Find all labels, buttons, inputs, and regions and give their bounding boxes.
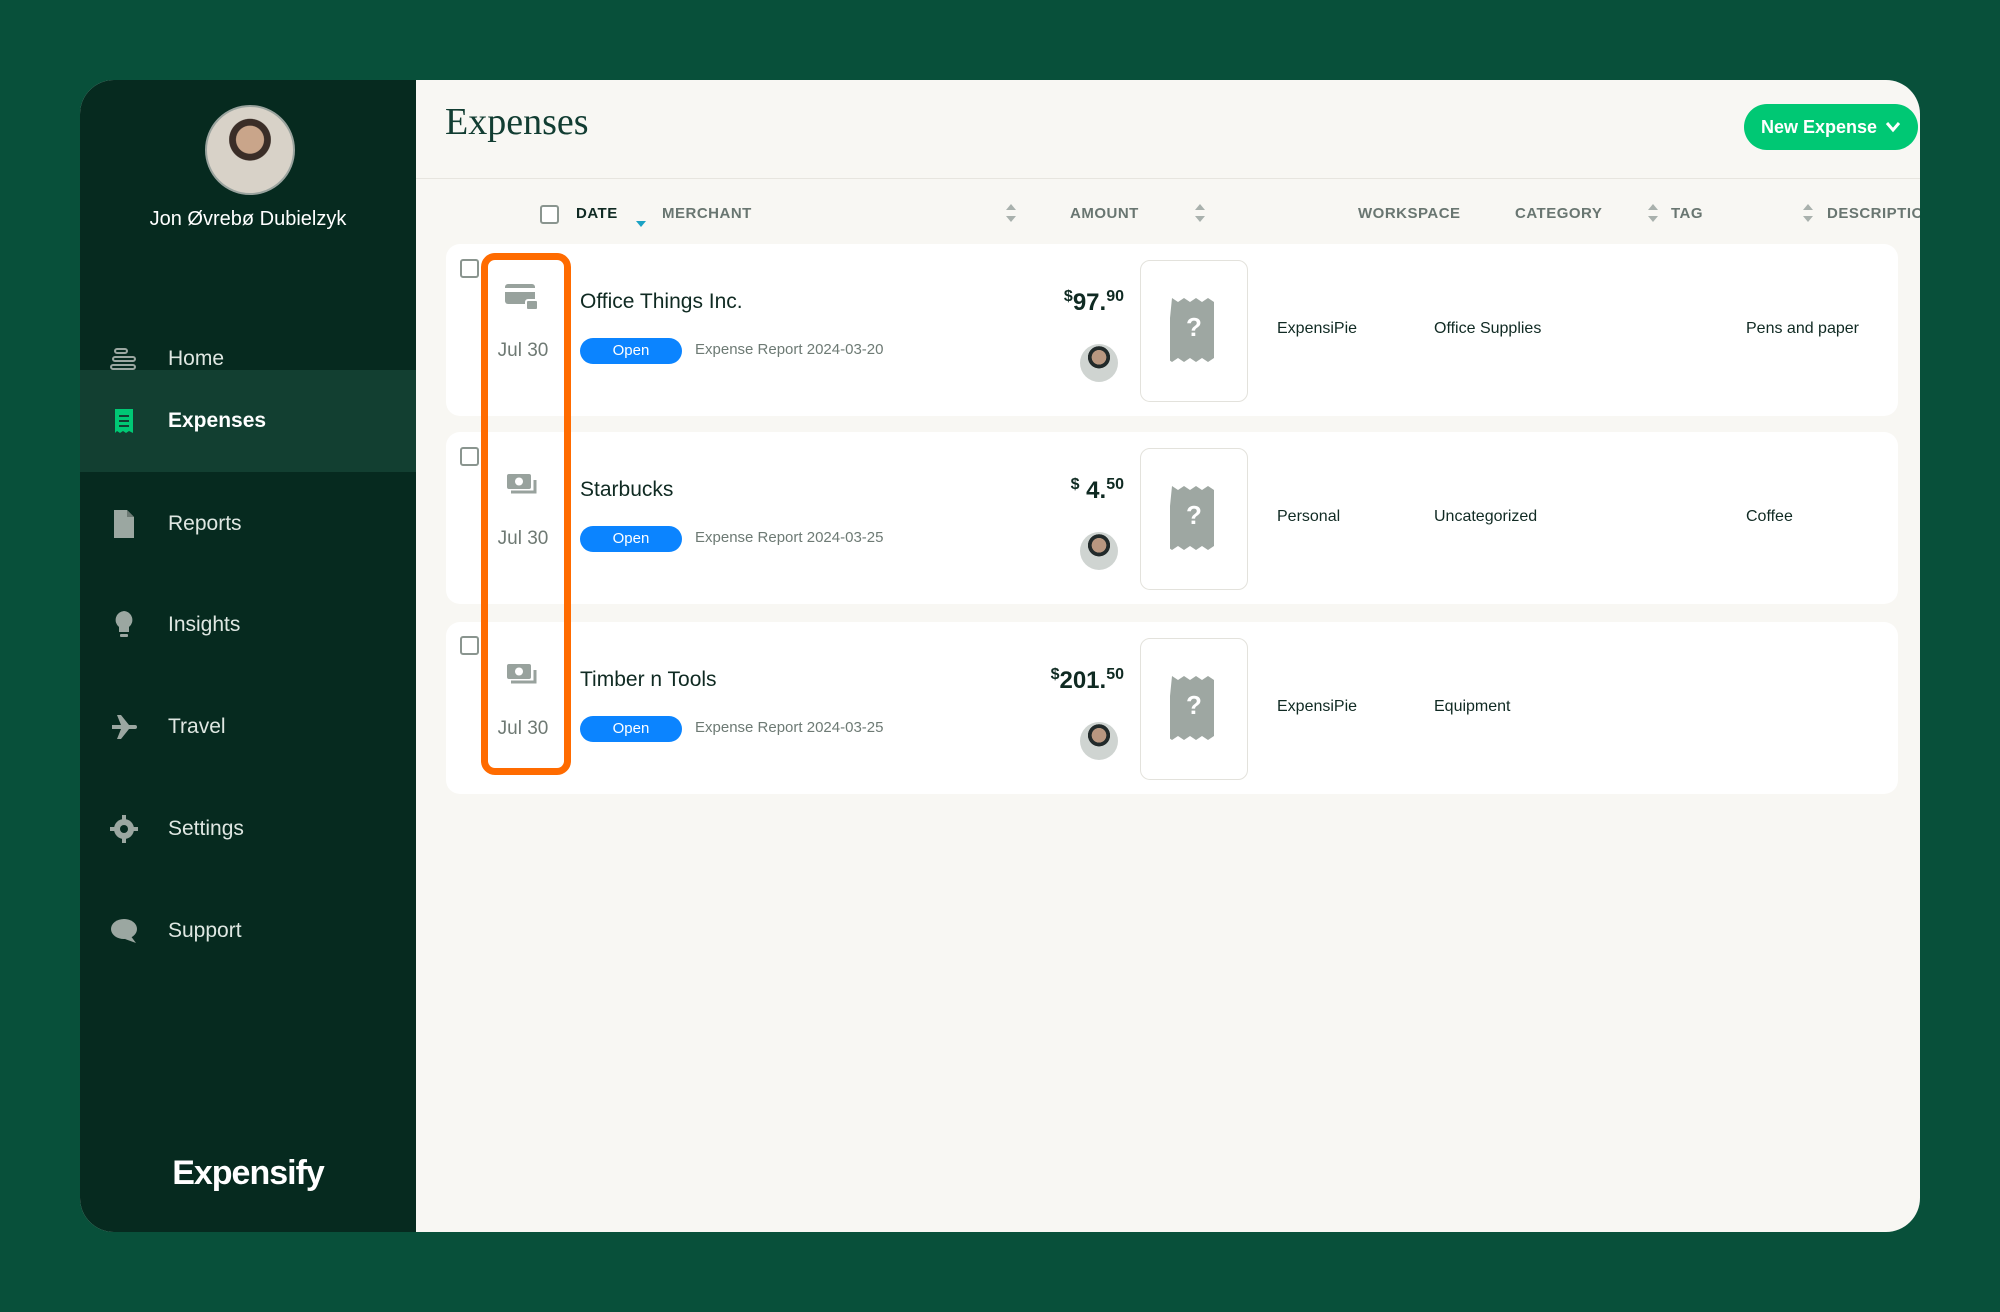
amount-main: 201. <box>1059 667 1107 694</box>
user-name: Jon Øvrebø Dubielzyk <box>149 208 347 230</box>
row-checkbox[interactable] <box>460 636 479 655</box>
workspace-cell: ExpensiPie <box>1277 698 1358 715</box>
receipt-thumbnail[interactable]: ? <box>1140 260 1248 402</box>
avatar <box>1080 344 1118 382</box>
airplane-icon <box>108 711 140 743</box>
column-header-tag[interactable]: TAG <box>1671 205 1703 222</box>
missing-receipt-icon: ? <box>1166 484 1218 555</box>
amount-main: 97. <box>1072 289 1107 316</box>
amount-cents: 50 <box>1106 476 1124 493</box>
column-header-description[interactable]: DESCRIPTION <box>1827 205 1920 222</box>
expense-date: Jul 30 <box>497 718 549 739</box>
nav-item-expenses[interactable]: Expenses <box>80 370 416 472</box>
amount: $ 4.50 <box>1071 476 1124 505</box>
document-icon <box>108 508 140 540</box>
missing-receipt-icon: ? <box>1166 674 1218 745</box>
page-title: Expenses <box>445 101 589 143</box>
nav-item-reports[interactable]: Reports <box>80 473 416 575</box>
new-expense-label: New Expense <box>1760 116 1878 137</box>
category-cell: Uncategorized <box>1434 508 1538 525</box>
status-badge: Open <box>580 526 682 552</box>
nav-item-travel[interactable]: Travel <box>80 676 416 778</box>
sidebar: Jon Øvrebø Dubielzyk Home Expenses Repor… <box>80 80 416 1232</box>
amount-main: 4. <box>1079 477 1107 504</box>
receipt-thumbnail[interactable]: ? <box>1140 638 1248 780</box>
receipt-icon <box>108 405 140 437</box>
sort-icon[interactable] <box>1004 202 1018 224</box>
nav-label-travel: Travel <box>168 715 226 738</box>
nav-label-insights: Insights <box>168 613 241 636</box>
expense-date: Jul 30 <box>497 528 549 549</box>
avatar <box>1080 532 1118 570</box>
nav-label-settings: Settings <box>168 817 244 840</box>
cash-icon <box>506 662 540 693</box>
expense-row[interactable]: Jul 30 Office Things Inc. Open Expense R… <box>446 244 1898 416</box>
new-expense-button[interactable]: New Expense <box>1744 104 1918 150</box>
nav-item-support[interactable]: Support <box>80 880 416 982</box>
svg-text:?: ? <box>1186 312 1202 342</box>
report-link[interactable]: Expense Report 2024-03-25 <box>695 719 883 736</box>
column-header-merchant[interactable]: MERCHANT <box>662 205 752 222</box>
description-cell: Coffee <box>1746 508 1793 525</box>
workspace-cell: ExpensiPie <box>1277 320 1358 337</box>
report-link[interactable]: Expense Report 2024-03-25 <box>695 529 883 546</box>
avatar <box>1080 722 1118 760</box>
nav-label-reports: Reports <box>168 512 242 535</box>
merchant-name: Starbucks <box>580 478 674 501</box>
header-divider <box>416 178 1920 179</box>
currency-symbol: $ <box>1063 288 1073 305</box>
card-lock-icon <box>504 282 540 317</box>
sort-icon[interactable] <box>1193 202 1207 224</box>
svg-text:?: ? <box>1186 500 1202 530</box>
expensify-logo: Expensify <box>172 1154 325 1192</box>
receipt-thumbnail[interactable]: ? <box>1140 448 1248 590</box>
lightbulb-icon <box>108 609 140 641</box>
column-header-category[interactable]: CATEGORY <box>1515 205 1602 222</box>
expense-row[interactable]: Jul 30 Timber n Tools Open Expense Repor… <box>446 622 1898 794</box>
missing-receipt-icon: ? <box>1166 296 1218 367</box>
svg-text:?: ? <box>1186 690 1202 720</box>
nav-item-settings[interactable]: Settings <box>80 778 416 880</box>
chat-icon <box>108 915 140 947</box>
user-avatar[interactable] <box>205 105 295 195</box>
gear-icon <box>108 813 140 845</box>
expense-row[interactable]: Jul 30 Starbucks Open Expense Report 202… <box>446 432 1898 604</box>
column-header-workspace[interactable]: WORKSPACE <box>1358 205 1461 222</box>
select-all-checkbox[interactable] <box>540 205 559 224</box>
sort-icon[interactable] <box>1646 202 1660 224</box>
sort-icon[interactable] <box>1801 202 1815 224</box>
row-checkbox[interactable] <box>460 447 479 466</box>
app-window: Jon Øvrebø Dubielzyk Home Expenses Repor… <box>80 80 1920 1232</box>
row-checkbox[interactable] <box>460 259 479 278</box>
cash-icon <box>506 472 540 503</box>
currency-symbol: $ <box>1070 476 1080 493</box>
column-header-amount[interactable]: AMOUNT <box>1070 205 1139 222</box>
category-cell: Office Supplies <box>1434 320 1542 337</box>
merchant-name: Office Things Inc. <box>580 290 743 313</box>
report-link[interactable]: Expense Report 2024-03-20 <box>695 341 883 358</box>
amount-cents: 50 <box>1106 666 1124 683</box>
nav-label-home: Home <box>168 347 225 370</box>
main-content: Expenses New Expense DATE MERCHANT AMOUN… <box>416 80 1920 1232</box>
amount: $97.90 <box>1064 288 1124 317</box>
column-header-date[interactable]: DATE <box>576 205 618 222</box>
nav-label-expenses: Expenses <box>168 409 267 432</box>
category-cell: Equipment <box>1434 698 1511 715</box>
status-badge: Open <box>580 338 682 364</box>
workspace-cell: Personal <box>1277 508 1341 525</box>
amount-cents: 90 <box>1106 288 1124 305</box>
chevron-down-icon <box>1885 117 1901 138</box>
nav-label-support: Support <box>168 919 242 942</box>
expense-date: Jul 30 <box>497 340 549 361</box>
nav-item-insights[interactable]: Insights <box>80 574 416 676</box>
sort-desc-icon[interactable] <box>635 215 647 233</box>
description-cell: Pens and paper <box>1746 320 1859 337</box>
status-badge: Open <box>580 716 682 742</box>
amount: $201.50 <box>1051 666 1124 695</box>
merchant-name: Timber n Tools <box>580 668 717 691</box>
